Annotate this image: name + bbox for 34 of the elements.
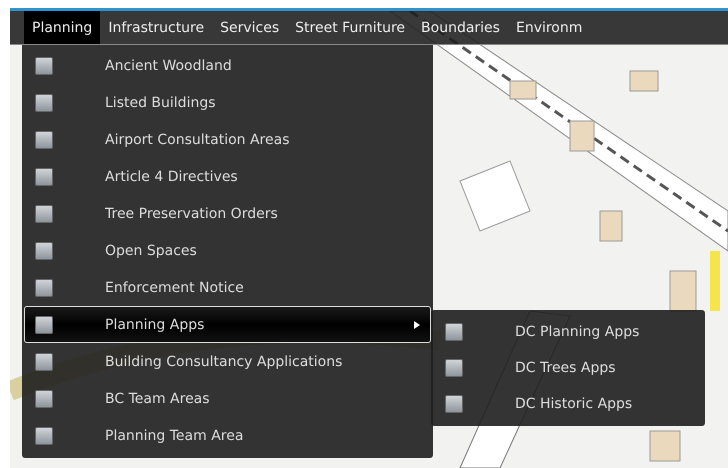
- menu-tab[interactable]: Infrastructure: [100, 11, 212, 44]
- submenu-item[interactable]: DC Historic Apps: [431, 386, 705, 422]
- checkbox[interactable]: [35, 242, 53, 260]
- menu-tab[interactable]: Boundaries: [413, 11, 508, 44]
- submenu-item[interactable]: DC Trees Apps: [431, 350, 705, 386]
- submenu-item[interactable]: DC Planning Apps: [431, 314, 705, 350]
- menu-item[interactable]: Building Consultancy Applications: [24, 343, 431, 380]
- menu-item[interactable]: Ancient Woodland: [24, 47, 431, 84]
- menu-tab[interactable]: Environm: [508, 11, 590, 44]
- checkbox[interactable]: [35, 390, 53, 408]
- checkbox[interactable]: [35, 94, 53, 112]
- menu-item[interactable]: Planning Team Area: [24, 417, 431, 454]
- menu-item[interactable]: Listed Buildings: [24, 84, 431, 121]
- checkbox[interactable]: [35, 352, 53, 370]
- checkbox[interactable]: [35, 130, 53, 148]
- menu-item[interactable]: Open Spaces: [24, 232, 431, 269]
- menu-item[interactable]: BC Team Areas: [24, 380, 431, 417]
- menu-tab[interactable]: Street Furniture: [287, 11, 414, 44]
- menu-item[interactable]: Article 4 Directives: [24, 158, 431, 195]
- checkbox[interactable]: [445, 323, 463, 341]
- menu-tab[interactable]: Services: [212, 11, 288, 44]
- checkbox[interactable]: [35, 56, 53, 74]
- checkbox[interactable]: [35, 204, 53, 222]
- checkbox[interactable]: [35, 316, 53, 334]
- menu-item[interactable]: Airport Consultation Areas: [24, 121, 431, 158]
- menu-item[interactable]: Tree Preservation Orders: [24, 195, 431, 232]
- checkbox[interactable]: [35, 278, 53, 296]
- checkbox[interactable]: [445, 359, 463, 377]
- menu-item[interactable]: Enforcement Notice: [24, 269, 431, 306]
- checkbox[interactable]: [445, 395, 463, 413]
- menu-tab[interactable]: Planning: [24, 11, 100, 44]
- checkbox[interactable]: [35, 426, 53, 444]
- menu-item[interactable]: Planning Apps: [24, 306, 431, 343]
- checkbox[interactable]: [35, 168, 53, 186]
